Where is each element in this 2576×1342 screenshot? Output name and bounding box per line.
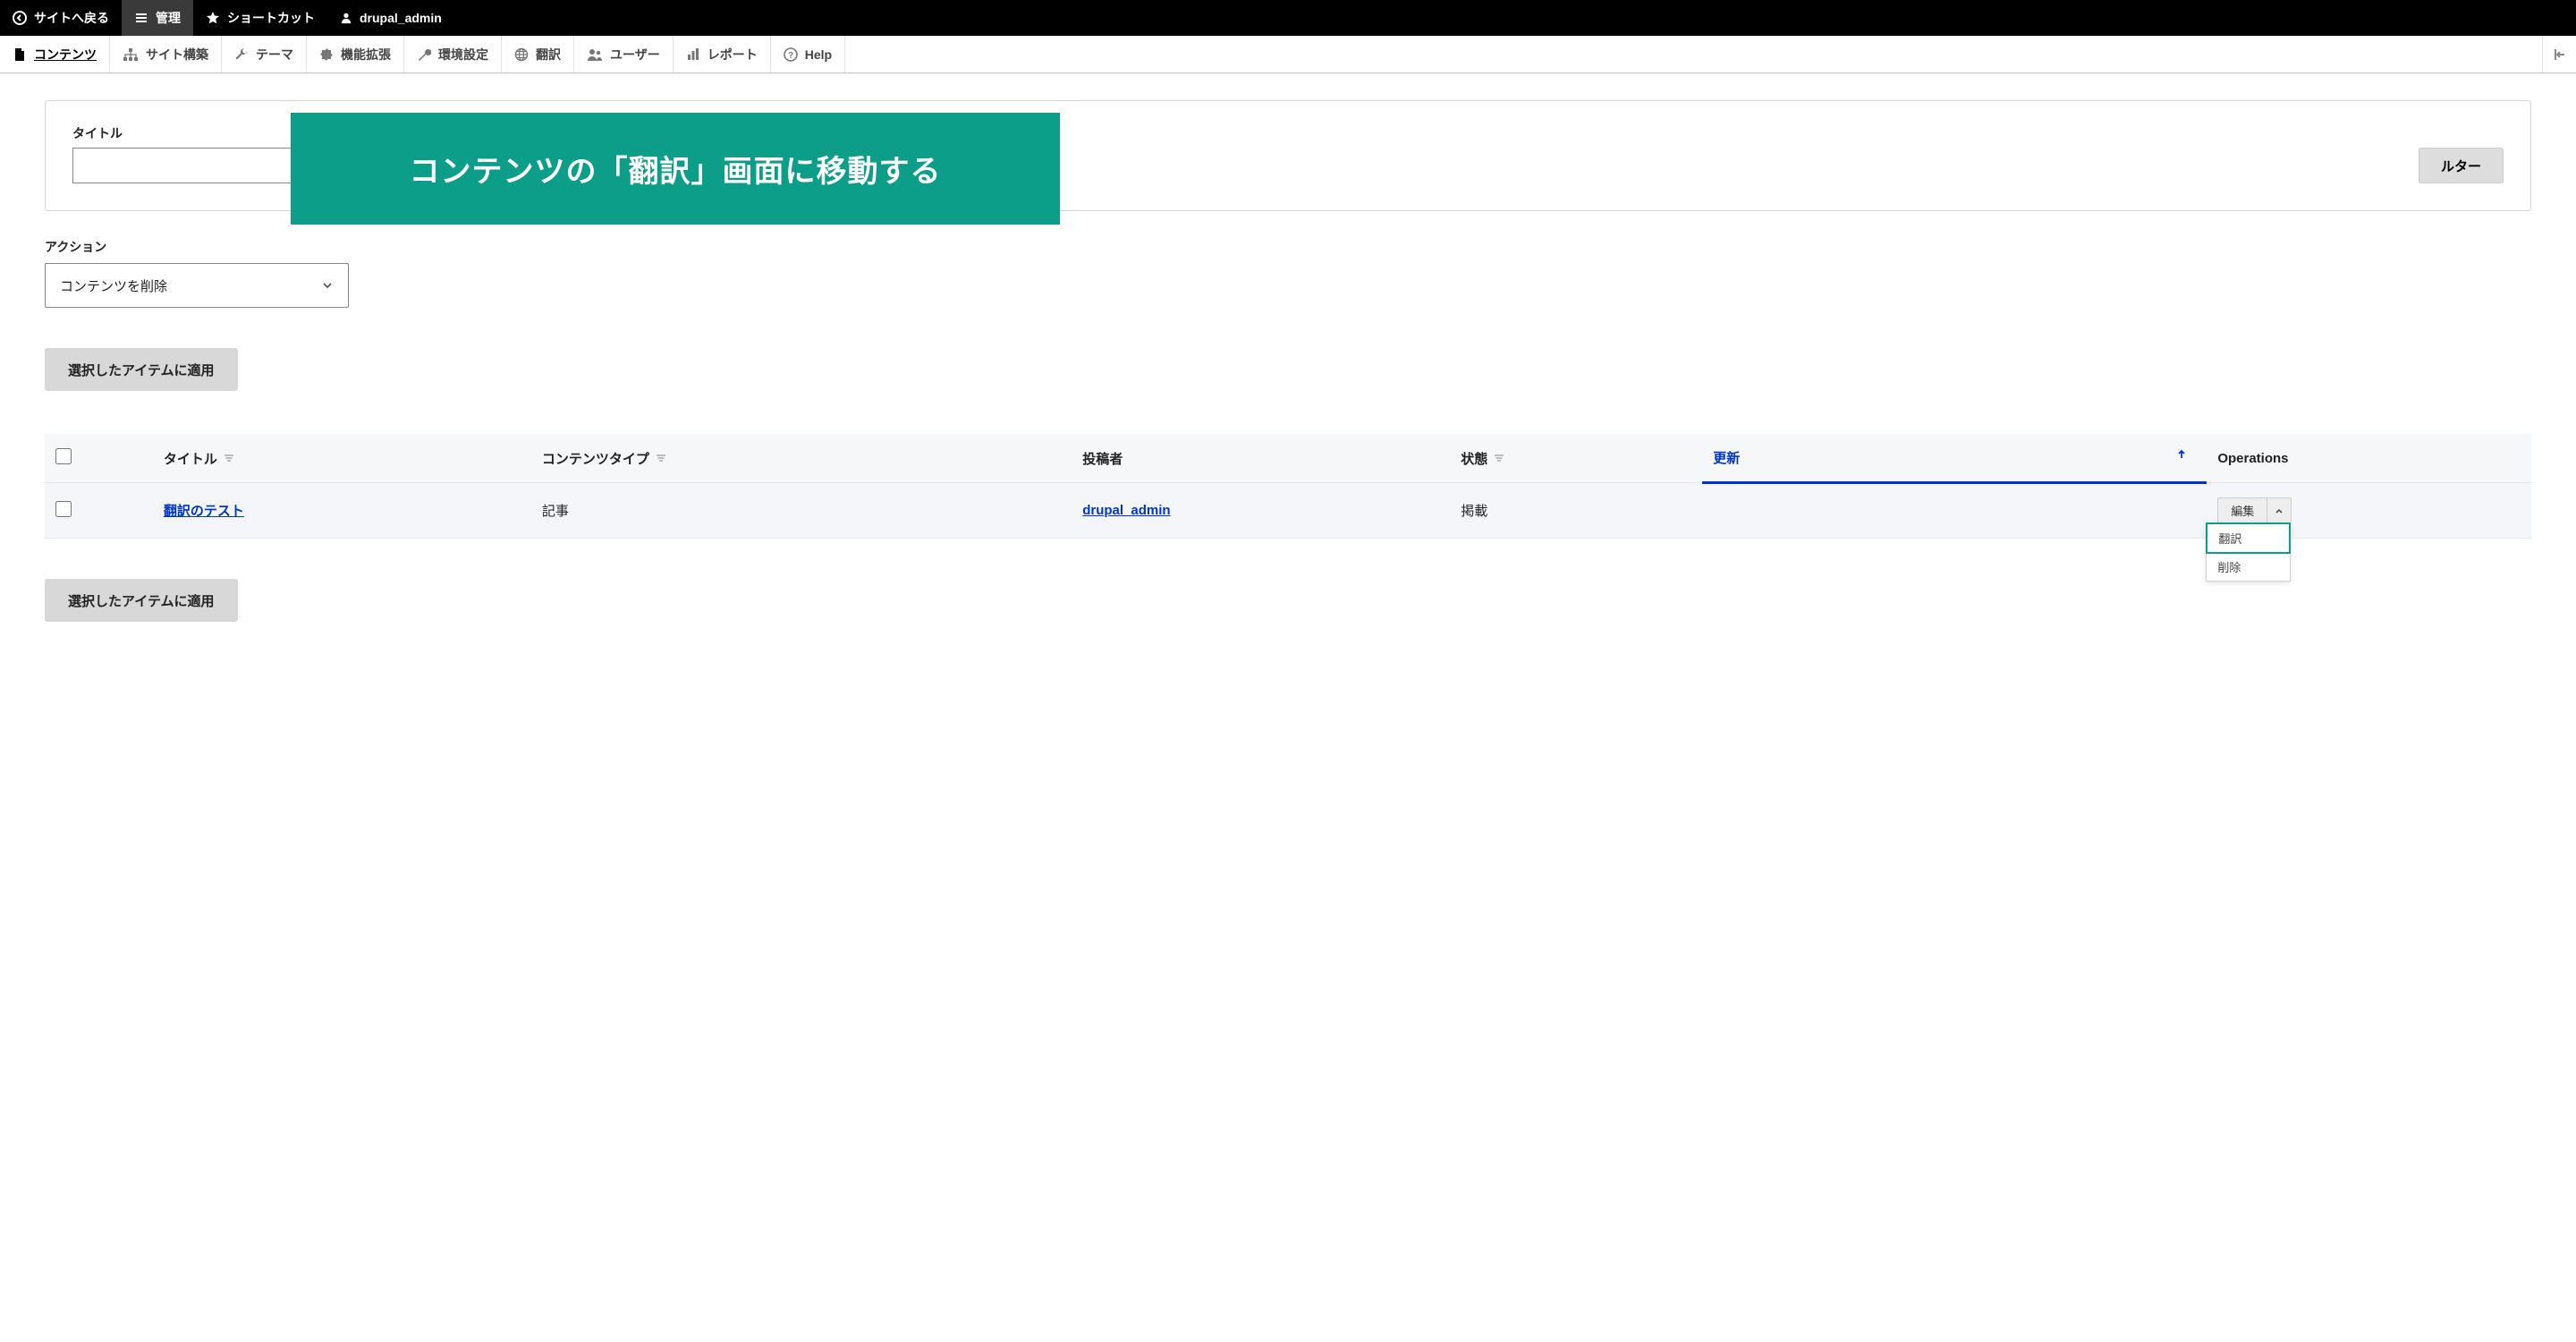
chevron-down-icon: [321, 279, 334, 292]
shortcuts-button[interactable]: ショートカット: [193, 0, 327, 36]
instruction-overlay-banner: コンテンツの「翻訳」画面に移動する: [291, 113, 1060, 225]
header-updated[interactable]: 更新: [1702, 434, 2207, 483]
back-to-site-label: サイトへ戻る: [34, 9, 109, 27]
instruction-overlay-text: コンテンツの「翻訳」画面に移動する: [410, 147, 942, 191]
back-to-site-button[interactable]: サイトへ戻る: [0, 0, 122, 36]
row-title-link[interactable]: 翻訳のテスト: [164, 504, 244, 519]
main-content: コンテンツの「翻訳」画面に移動する タイトル ルター アクション コンテンツを削…: [0, 100, 2576, 658]
bar-chart-icon: [686, 47, 700, 62]
sort-arrow-up-icon: [2176, 448, 2187, 463]
manage-button[interactable]: 管理: [122, 0, 193, 36]
chevron-up-icon: [2275, 506, 2284, 515]
wrench2-icon: [417, 47, 431, 62]
tab-structure[interactable]: サイト構築: [110, 36, 222, 72]
row-checkbox[interactable]: [55, 501, 72, 517]
toolbar-spacer: [845, 36, 2542, 72]
tab-translate[interactable]: 翻訳: [502, 36, 574, 72]
table-row: 翻訳のテスト 記事 drupal_admin 掲載 編集: [45, 483, 2531, 539]
header-state[interactable]: 状態: [1450, 434, 1702, 483]
collapse-left-icon: [2553, 47, 2567, 62]
globe-icon: [514, 47, 529, 62]
operations-dropbutton: 編集 翻訳 削除: [2217, 497, 2292, 523]
header-content-type[interactable]: コンテンツタイプ: [531, 434, 1072, 483]
header-state-label: 状態: [1461, 452, 1487, 467]
document-icon: [13, 47, 27, 62]
sort-indicator-icon: [224, 452, 236, 467]
svg-text:?: ?: [788, 51, 793, 61]
tab-extend-label: 機能拡張: [341, 46, 391, 64]
filter-title-field: タイトル: [72, 124, 292, 183]
content-table-header-row: タイトル コンテンツタイプ 投稿者 状態: [45, 434, 2531, 483]
tab-configuration[interactable]: 環境設定: [404, 36, 502, 72]
header-author: 投稿者: [1072, 434, 1450, 483]
row-content-type: 記事: [542, 504, 569, 519]
tab-configuration-label: 環境設定: [438, 46, 488, 64]
back-circle-arrow-icon: [13, 11, 27, 25]
sort-indicator-icon: [656, 452, 668, 467]
user-label: drupal_admin: [360, 11, 442, 25]
operations-delete-item[interactable]: 削除: [2207, 553, 2290, 581]
header-select-all: [45, 434, 153, 483]
user-menu-button[interactable]: drupal_admin: [327, 0, 454, 36]
tab-help[interactable]: ? Help: [771, 36, 845, 72]
hierarchy-icon: [123, 47, 139, 62]
row-author-link[interactable]: drupal_admin: [1082, 503, 1170, 518]
filter-submit-button[interactable]: ルター: [2419, 148, 2504, 183]
bulk-action-label: アクション: [45, 238, 2531, 256]
header-updated-label: 更新: [1713, 451, 1740, 466]
operations-menu: 翻訳 削除: [2206, 522, 2291, 582]
header-title[interactable]: タイトル: [153, 434, 531, 483]
operations-edit-button[interactable]: 編集: [2218, 498, 2267, 522]
admin-toolbar: コンテンツ サイト構築 テーマ 機能拡張 環境設定 翻訳 ユーザー レポート ?…: [0, 36, 2576, 73]
wrench-icon: [234, 47, 249, 62]
sort-indicator-icon: [1494, 452, 1506, 467]
tab-structure-label: サイト構築: [146, 46, 208, 64]
header-author-label: 投稿者: [1082, 452, 1123, 467]
bulk-action-select[interactable]: コンテンツを削除: [45, 263, 349, 308]
select-all-checkbox[interactable]: [55, 448, 72, 464]
tab-extend[interactable]: 機能拡張: [307, 36, 404, 72]
header-operations: Operations: [2207, 434, 2531, 483]
tab-reports[interactable]: レポート: [674, 36, 771, 72]
puzzle-icon: [319, 47, 334, 62]
tab-content-label: コンテンツ: [34, 46, 97, 64]
collapse-toolbar-button[interactable]: [2542, 36, 2576, 72]
star-icon: [206, 11, 220, 25]
operations-translate-item[interactable]: 翻訳: [2206, 522, 2291, 554]
operations-toggle-button[interactable]: [2267, 498, 2291, 522]
bulk-action-selected-value: コンテンツを削除: [60, 276, 167, 295]
shortcuts-label: ショートカット: [227, 9, 315, 27]
filter-title-input[interactable]: [72, 148, 292, 183]
apply-button-top[interactable]: 選択したアイテムに適用: [45, 348, 238, 391]
top-toolbar: サイトへ戻る 管理 ショートカット drupal_admin: [0, 0, 2576, 36]
people-icon: [587, 47, 603, 62]
header-title-label: タイトル: [164, 452, 217, 467]
hamburger-icon: [134, 11, 148, 25]
bulk-action-block: アクション コンテンツを削除: [45, 238, 2531, 308]
header-operations-label: Operations: [2217, 451, 2288, 466]
tab-people[interactable]: ユーザー: [574, 36, 674, 72]
filter-title-label: タイトル: [72, 124, 292, 142]
row-state: 掲載: [1461, 504, 1487, 519]
content-table: タイトル コンテンツタイプ 投稿者 状態: [45, 434, 2531, 539]
question-icon: ?: [784, 47, 798, 62]
user-icon: [340, 12, 352, 24]
tab-people-label: ユーザー: [610, 46, 660, 64]
tab-content[interactable]: コンテンツ: [0, 36, 110, 72]
tab-appearance-label: テーマ: [256, 46, 293, 64]
header-content-type-label: コンテンツタイプ: [542, 452, 649, 467]
tab-appearance[interactable]: テーマ: [222, 36, 307, 72]
tab-reports-label: レポート: [708, 46, 758, 64]
apply-button-bottom[interactable]: 選択したアイテムに適用: [45, 579, 238, 622]
manage-label: 管理: [156, 9, 181, 27]
tab-translate-label: 翻訳: [536, 46, 561, 64]
tab-help-label: Help: [805, 47, 832, 62]
